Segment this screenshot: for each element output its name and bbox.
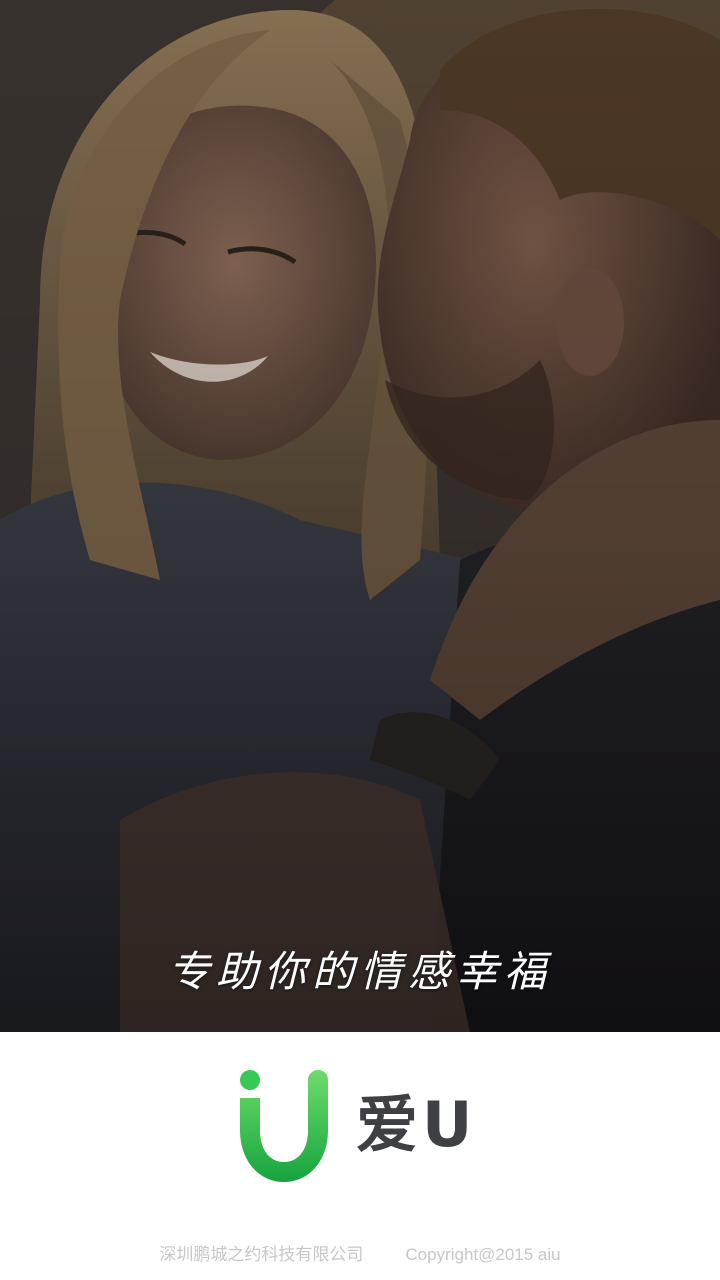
hero-overlay [0, 0, 720, 1032]
company-name: 深圳鹏城之约科技有限公司 [159, 1245, 364, 1264]
splash-screen: 专助你的情感幸福 爱U 深圳鹏城之约科技有限公司 Copyright@2015 a… [0, 0, 720, 1280]
slogan-text: 专助你的情感幸福 [167, 947, 552, 996]
footer: 深圳鹏城之约科技有限公司 Copyright@2015 aiu [0, 1240, 720, 1265]
brand-section: 爱U 深圳鹏城之约科技有限公司 Copyright@2015 aiu [0, 1032, 720, 1280]
copyright-text: Copyright@2015 aiu [405, 1245, 561, 1264]
app-name: 爱U [356, 1088, 477, 1161]
hero-photo: 专助你的情感幸福 [0, 0, 720, 1032]
app-logo-icon [240, 1070, 328, 1182]
